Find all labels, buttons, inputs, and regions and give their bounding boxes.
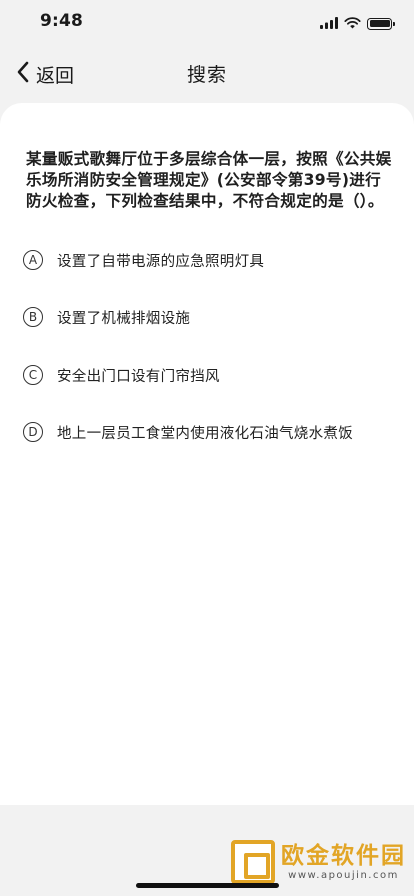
option-c[interactable]: C 安全出门口设有门帘挡风 bbox=[23, 362, 393, 388]
option-text-b: 设置了机械排烟设施 bbox=[57, 310, 191, 327]
screen: 9:48 返回 搜索 某量贩式歌舞厅位于多层综合体一层，按照《公共娱乐场所消防安… bbox=[0, 0, 414, 896]
home-indicator[interactable] bbox=[136, 883, 279, 888]
option-text-a: 设置了自带电源的应急照明灯具 bbox=[57, 253, 265, 270]
wifi-icon bbox=[344, 14, 361, 33]
option-letter-a: A bbox=[23, 250, 43, 270]
option-letter-d: D bbox=[23, 422, 43, 442]
option-d[interactable]: D 地上一层员工食堂内使用液化石油气烧水煮饭 bbox=[23, 419, 393, 445]
watermark-url: www.apoujin.com bbox=[288, 870, 399, 881]
option-letter-b: B bbox=[23, 307, 43, 327]
battery-level bbox=[369, 20, 390, 27]
status-bar: 9:48 bbox=[0, 0, 414, 44]
option-text-d: 地上一层员工食堂内使用液化石油气烧水煮饭 bbox=[57, 425, 353, 442]
battery-icon bbox=[367, 17, 395, 30]
option-b[interactable]: B 设置了机械排烟设施 bbox=[23, 304, 393, 330]
watermark-title: 欧金软件园 bbox=[281, 843, 406, 869]
watermark-logo-icon bbox=[231, 840, 275, 884]
watermark: 欧金软件园 www.apoujin.com bbox=[231, 840, 406, 884]
bottom-area: 欧金软件园 www.apoujin.com bbox=[0, 805, 414, 896]
watermark-text: 欧金软件园 www.apoujin.com bbox=[281, 842, 406, 882]
signal-icon bbox=[320, 14, 338, 33]
page-title: 搜索 bbox=[186, 64, 227, 86]
option-letter-c: C bbox=[23, 365, 43, 385]
status-icons bbox=[320, 14, 395, 33]
status-time: 9:48 bbox=[40, 11, 84, 31]
nav-bar: 返回 搜索 bbox=[0, 44, 414, 102]
question-text: 某量贩式歌舞厅位于多层综合体一层，按照《公共娱乐场所消防安全管理规定》(公安部令… bbox=[26, 150, 392, 210]
question-card: 某量贩式歌舞厅位于多层综合体一层，按照《公共娱乐场所消防安全管理规定》(公安部令… bbox=[0, 103, 414, 805]
option-text-c: 安全出门口设有门帘挡风 bbox=[57, 368, 220, 385]
option-a[interactable]: A 设置了自带电源的应急照明灯具 bbox=[23, 247, 393, 273]
